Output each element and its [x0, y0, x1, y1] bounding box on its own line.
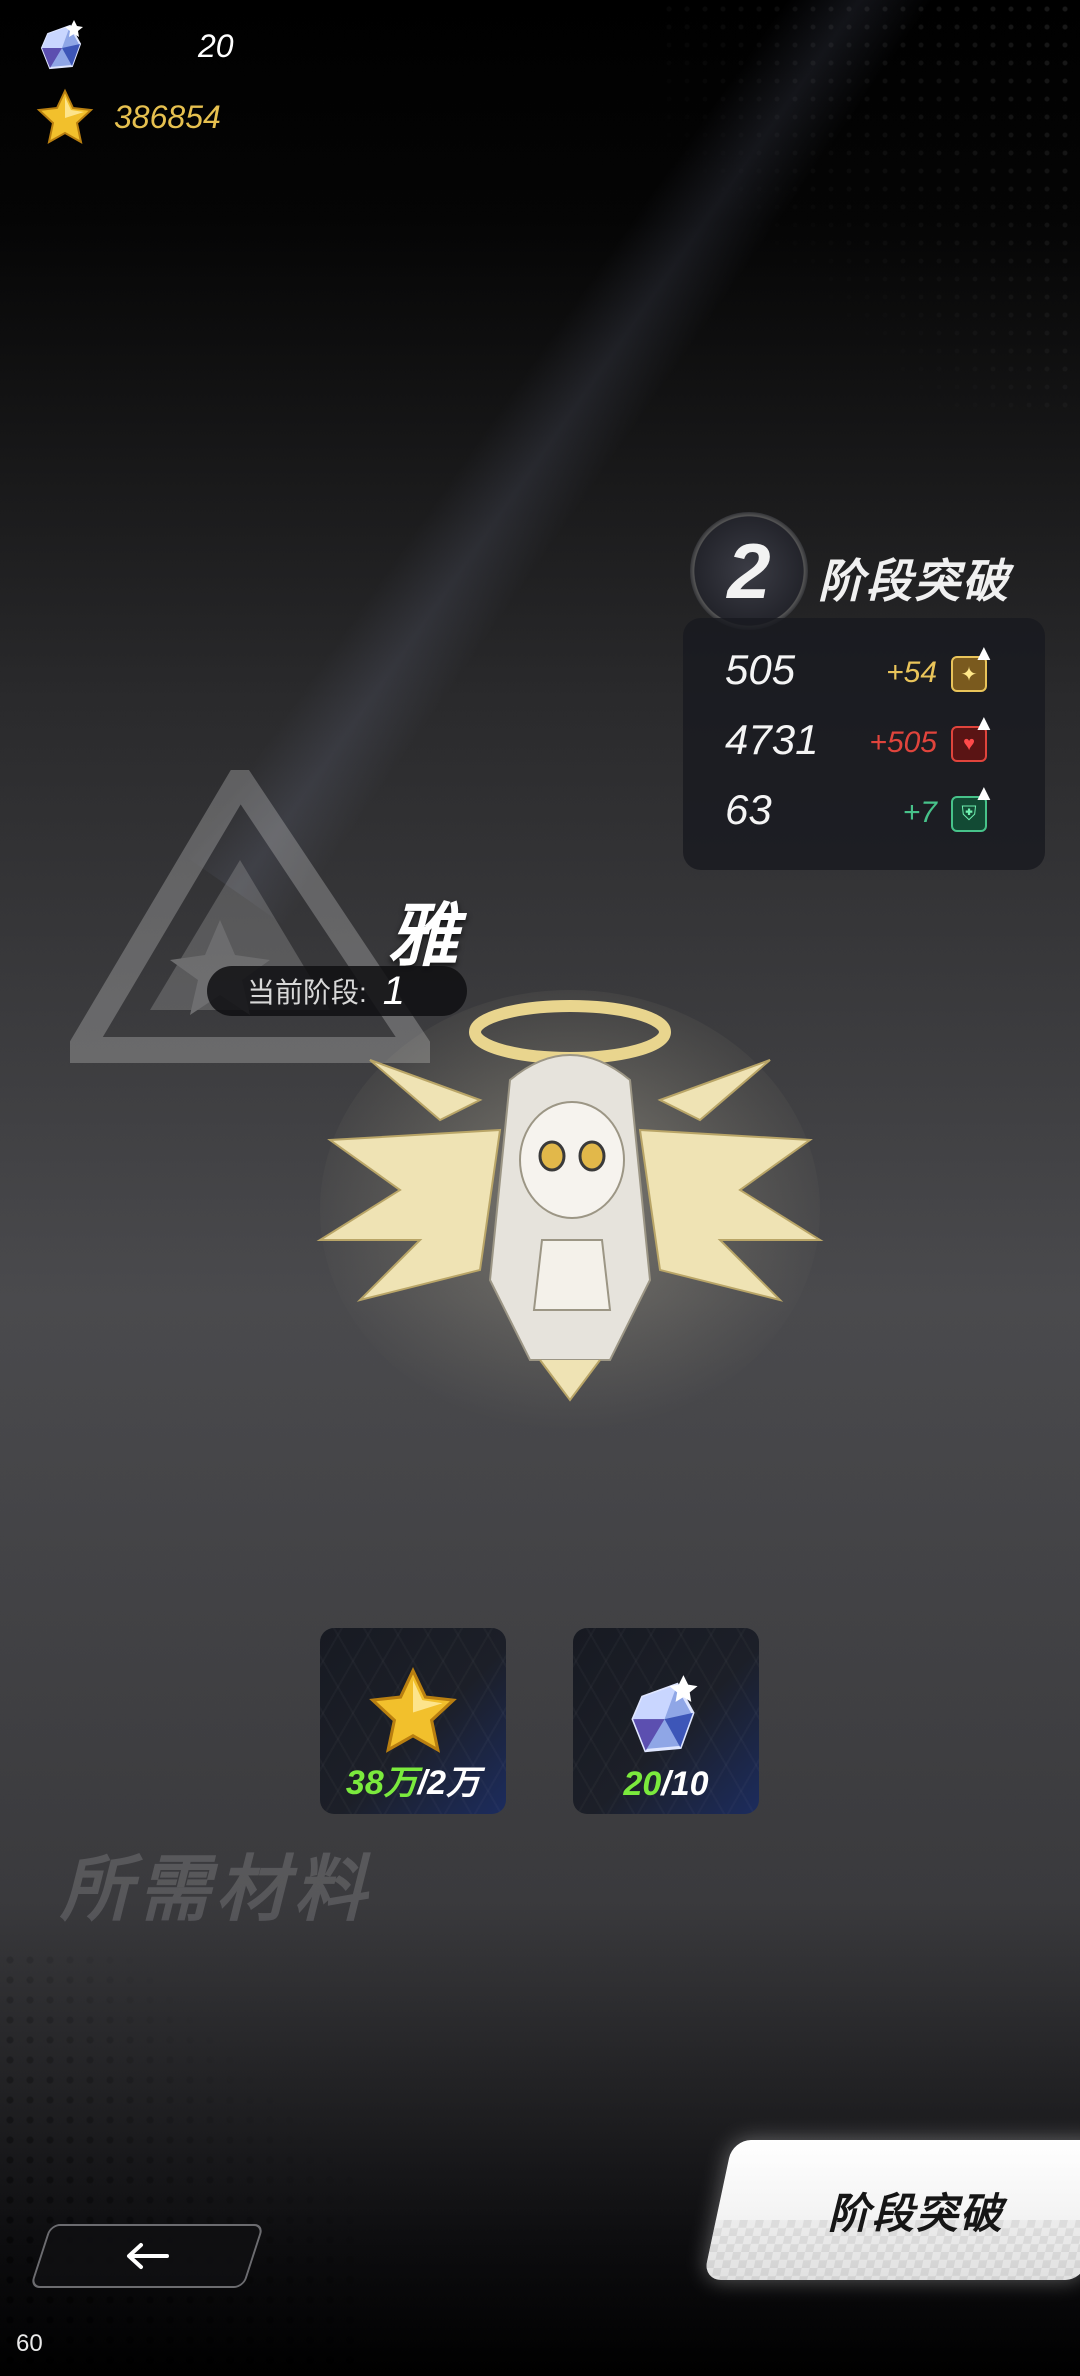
background-halftone-bottom	[0, 1950, 360, 2370]
material-amount: 38万/2万	[320, 1755, 506, 1804]
material-have: 20	[623, 1765, 662, 1803]
current-stage-label: 当前阶段:	[247, 977, 367, 1008]
gold-star-icon	[36, 88, 94, 144]
gold-star-icon	[369, 1667, 457, 1753]
arrow-up-icon: ▲	[973, 640, 995, 665]
material-have: 38万	[345, 1764, 418, 1802]
stat-base-value: 63	[725, 786, 772, 833]
character-sprite	[316, 990, 824, 1430]
material-amount: 20/10	[573, 1765, 759, 1804]
stage-break-button-label: 阶段突破	[827, 2190, 1004, 2237]
material-card-gem[interactable]: 20/10	[573, 1628, 759, 1814]
stat-increase: +505	[869, 726, 937, 759]
next-stage-number: 2	[727, 526, 771, 615]
next-stage-badge: 2	[690, 512, 808, 630]
stage-break-button[interactable]: 阶段突破	[703, 2140, 1080, 2280]
stat-increase: +54	[886, 656, 937, 689]
stat-row-health: 4731 +505 ♥ ▲	[683, 710, 1045, 776]
arrow-up-icon: ▲	[973, 710, 995, 735]
required-materials-label: 所需材料	[60, 1850, 373, 1930]
current-stage-value: 1	[382, 968, 406, 1013]
gem-resource: 20	[36, 18, 234, 74]
star-count: 386854	[114, 98, 221, 135]
stat-row-attack: 505 +54 ✦ ▲	[683, 640, 1045, 706]
arrow-up-icon: ▲	[973, 780, 995, 805]
stat-base-value: 505	[725, 646, 796, 693]
material-card-gold[interactable]: 38万/2万	[320, 1628, 506, 1814]
material-need: /10	[661, 1765, 709, 1803]
fps-counter: 60	[16, 2330, 43, 2357]
crystal-gem-icon	[631, 1675, 698, 1753]
stats-panel: 505 +54 ✦ ▲ 4731 +505 ♥ ▲ 63 +7 ⛨ ▲	[683, 618, 1045, 870]
material-need: /2万	[417, 1764, 481, 1802]
background-halftone-top	[660, 0, 1080, 420]
current-stage-pill: 当前阶段: 1	[207, 966, 467, 1016]
stage-break-title: 阶段突破	[818, 555, 1010, 607]
stat-base-value: 4731	[725, 716, 819, 763]
crystal-gem-icon	[40, 20, 83, 70]
stat-increase: +7	[902, 796, 937, 829]
back-button[interactable]	[29, 2224, 265, 2288]
arrow-left-icon	[127, 2243, 169, 2269]
star-resource: 386854	[36, 88, 221, 146]
stat-row-defense: 63 +7 ⛨ ▲	[683, 780, 1045, 846]
gem-count: 20	[198, 27, 234, 64]
